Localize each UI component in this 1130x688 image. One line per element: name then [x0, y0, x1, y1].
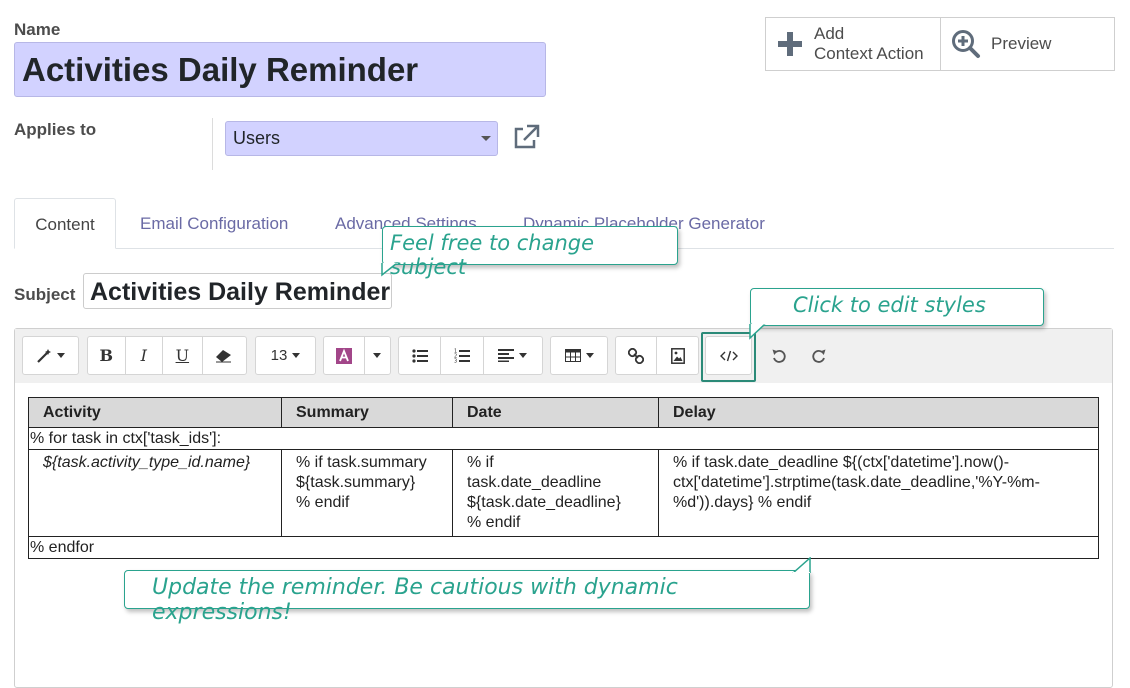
name-input[interactable]: Activities Daily Reminder: [14, 42, 546, 97]
code-view-highlight: [701, 332, 756, 382]
numbered-list-button[interactable]: 1 2 3: [441, 337, 484, 374]
font-format-group: B I U: [87, 336, 247, 375]
name-label: Name: [14, 20, 61, 39]
delay-line: %d')).days} % endif: [673, 494, 812, 511]
link-button[interactable]: [616, 337, 658, 374]
chevron-down-icon: [585, 353, 594, 358]
image-button[interactable]: [657, 337, 698, 374]
styles-tooltip-text: Click to edit styles: [793, 293, 986, 317]
date-line: task.date_deadline: [467, 474, 602, 491]
tab-email-configuration[interactable]: Email Configuration: [140, 198, 288, 249]
font-size-dropdown[interactable]: 13: [256, 337, 315, 374]
chevron-down-icon: [373, 353, 382, 358]
style-button[interactable]: [23, 337, 78, 374]
loop-end-cell[interactable]: % endfor: [28, 536, 1099, 559]
date-cell[interactable]: % if task.date_deadline ${task.date_dead…: [452, 449, 659, 537]
tooltip-pointer: [792, 557, 811, 573]
summary-cell[interactable]: % if task.summary ${task.summary} % endi…: [281, 449, 453, 537]
summary-line: ${task.summary}: [296, 474, 416, 491]
table-header-row: Activity Summary Date Delay: [28, 397, 1099, 428]
external-link-icon[interactable]: [512, 124, 540, 155]
clear-format-button[interactable]: [203, 337, 246, 374]
add-context-action-label-2: Context Action: [814, 44, 924, 63]
bullet-list-button[interactable]: [399, 337, 442, 374]
color-group: [323, 336, 391, 375]
table-row: % for task in ctx['task_ids']:: [28, 427, 1099, 450]
color-dropdown[interactable]: [365, 337, 390, 374]
undo-button[interactable]: [761, 336, 797, 375]
preview-button[interactable]: Preview: [941, 18, 1114, 70]
style-group: [22, 336, 79, 375]
chevron-down-icon: [292, 353, 301, 358]
activity-cell[interactable]: ${task.activity_type_id.name}: [28, 449, 282, 537]
applies-to-value: Users: [233, 128, 281, 148]
chevron-down-icon: [519, 353, 528, 358]
column-header: Delay: [658, 397, 1099, 428]
styles-tooltip: Click to edit styles: [749, 288, 1044, 340]
column-header: Activity: [28, 397, 282, 428]
unordered-list-icon: [412, 348, 428, 363]
date-line: ${task.date_deadline}: [467, 494, 621, 511]
applies-to-label: Applies to: [14, 120, 97, 139]
column-header: Summary: [281, 397, 453, 428]
image-icon: [670, 347, 685, 364]
table-group: [550, 336, 608, 375]
bold-button[interactable]: B: [88, 337, 126, 374]
reminder-tooltip: Update the reminder. Be cautious with dy…: [124, 557, 811, 625]
table-row: ${task.activity_type_id.name} % if task.…: [28, 449, 1099, 537]
ordered-list-icon: 1 2 3: [454, 349, 471, 364]
align-left-icon: [498, 349, 515, 362]
add-context-action-label-1: Add: [814, 24, 845, 43]
tab-content[interactable]: Content: [14, 198, 116, 249]
delay-line: ctx['datetime'].strptime(task.date_deadl…: [673, 474, 1040, 491]
chevron-down-icon: [481, 136, 491, 141]
redo-button[interactable]: [801, 336, 837, 375]
template-table: Activity Summary Date Delay % for task i…: [28, 397, 1099, 559]
svg-text:3: 3: [454, 359, 457, 364]
font-size-value: 13: [270, 347, 288, 364]
column-header: Date: [452, 397, 659, 428]
subject-input[interactable]: Activities Daily Reminder: [83, 273, 392, 309]
paragraph-group: 1 2 3: [398, 336, 543, 375]
font-color-button[interactable]: [324, 337, 365, 374]
link-icon: [628, 347, 644, 364]
subject-tooltip-text: Feel free to change subject: [390, 231, 595, 279]
summary-line: % endif: [296, 494, 350, 511]
date-line: % endif: [467, 514, 521, 531]
summary-line: % if task.summary: [296, 454, 427, 471]
align-dropdown[interactable]: [484, 337, 542, 374]
add-context-action-button[interactable]: Add Context Action: [766, 18, 941, 70]
tooltip-pointer: [749, 324, 766, 340]
field-separator: [212, 118, 213, 170]
eraser-icon: [216, 349, 232, 362]
delay-cell[interactable]: % if task.date_deadline ${(ctx['datetime…: [658, 449, 1099, 537]
date-line: % if: [467, 454, 494, 471]
table-icon: [564, 349, 581, 362]
tooltip-pointer: [381, 263, 398, 277]
delay-line: % if task.date_deadline ${(ctx['datetime…: [673, 454, 1010, 471]
table-dropdown[interactable]: [551, 337, 607, 374]
text-color-icon: [335, 347, 352, 364]
font-size-group: 13: [255, 336, 316, 375]
applies-to-select[interactable]: Users: [225, 121, 498, 156]
subject-tooltip: Feel free to change subject: [381, 226, 678, 279]
magic-wand-icon: [37, 348, 51, 363]
subject-label: Subject: [14, 285, 76, 304]
header-button-group: Add Context Action Preview: [765, 17, 1115, 71]
redo-icon: [812, 349, 826, 363]
undo-icon: [772, 349, 786, 363]
italic-button[interactable]: I: [126, 337, 164, 374]
preview-label: Preview: [991, 34, 1052, 53]
underline-button[interactable]: U: [163, 337, 203, 374]
chevron-down-icon: [57, 353, 65, 358]
table-row: % endfor: [28, 536, 1099, 559]
loop-start-cell[interactable]: % for task in ctx['task_ids']:: [28, 427, 1099, 450]
insert-group: [615, 336, 699, 375]
plus-icon: [778, 32, 802, 56]
zoom-in-icon: [952, 30, 980, 58]
